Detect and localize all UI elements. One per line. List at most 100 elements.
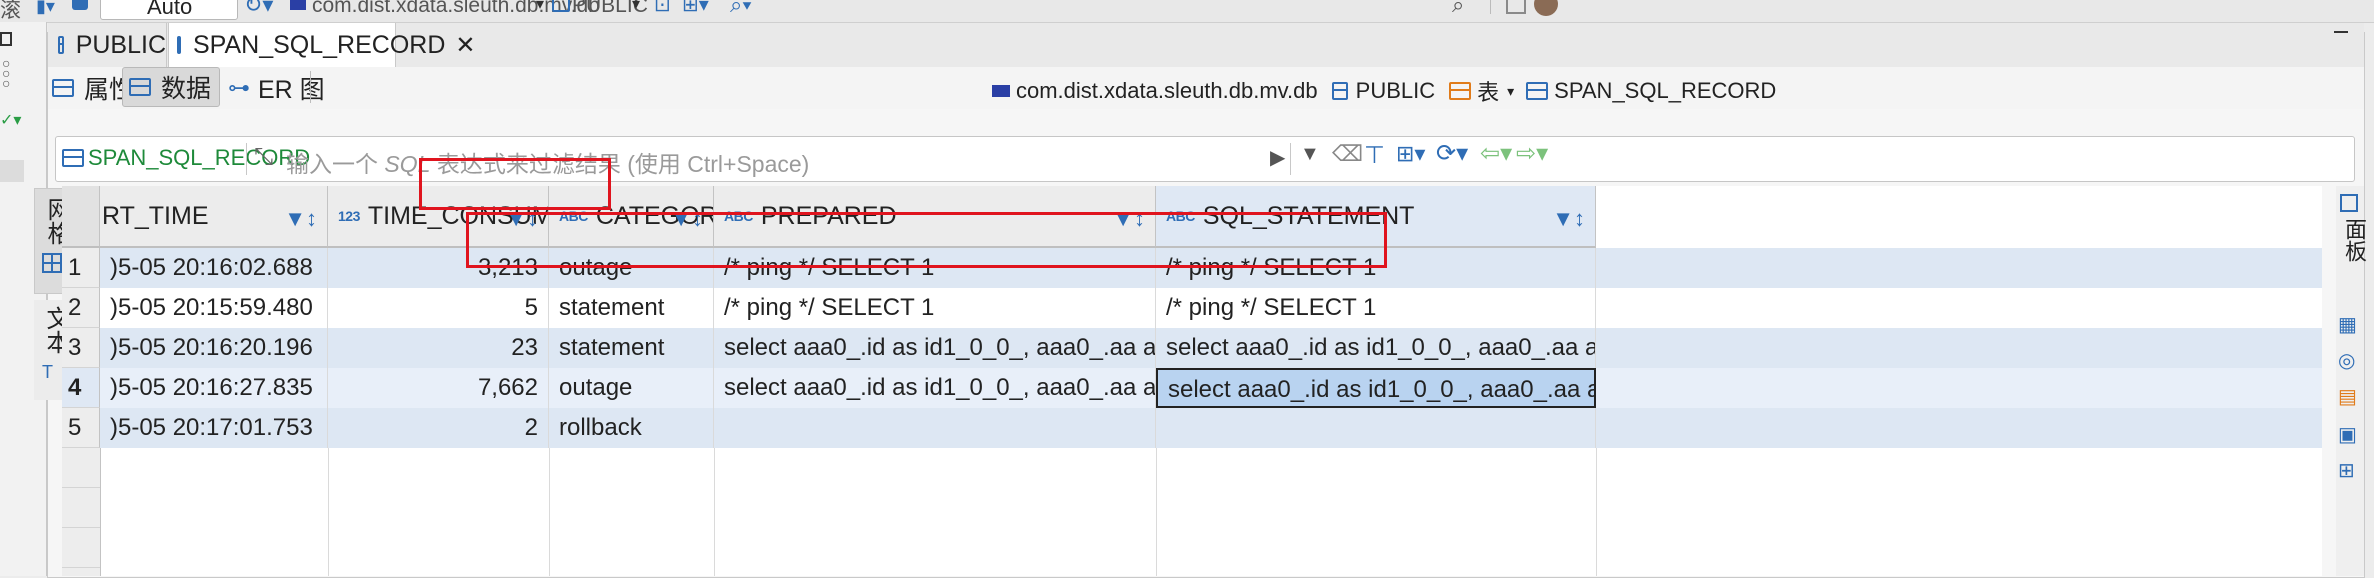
- empty-row-gutter: [62, 448, 101, 576]
- row-number[interactable]: 2: [62, 288, 100, 328]
- cell-sql-statement-selected[interactable]: select aaa0_.id as id1_0_0_, aaa0_.aa as…: [1156, 368, 1596, 408]
- breadcrumb-schema[interactable]: PUBLIC: [1356, 78, 1435, 104]
- search-icon[interactable]: ⌕: [1452, 0, 1464, 18]
- tab-public[interactable]: PUBLIC: [48, 23, 167, 67]
- apply-filter-icon[interactable]: ▶: [1270, 145, 1285, 170]
- row-number[interactable]: 4: [62, 368, 100, 408]
- editor-tab-bar: PUBLIC SPAN_SQL_RECORD ✕: [48, 23, 2364, 68]
- cell-category[interactable]: outage: [549, 368, 714, 408]
- chart-icon[interactable]: ⊡: [654, 0, 671, 17]
- cell-sql-statement[interactable]: [1156, 408, 1596, 448]
- transaction-mode-select[interactable]: Auto: [100, 0, 238, 20]
- cell-category[interactable]: statement: [549, 288, 714, 328]
- close-icon[interactable]: ✕: [455, 31, 475, 60]
- cell-rt-time[interactable]: )5-05 20:16:02.688: [100, 248, 328, 288]
- divider: [1290, 143, 1291, 175]
- panel-icon[interactable]: [2340, 194, 2358, 212]
- chevron-down-icon[interactable]: ▾: [536, 0, 544, 14]
- lock-icon[interactable]: [72, 0, 88, 10]
- main-toolbar: 滚 ▮▾ Auto ↻▾ com.dist.xdata.sleuth.db.mv…: [0, 0, 2374, 23]
- more-options-icon[interactable]: ○ ○ ○: [2, 56, 10, 90]
- column-settings-icon[interactable]: ⊞▾: [1396, 141, 1425, 167]
- filter-table-name: SPAN_SQL_RECORD: [88, 145, 311, 170]
- expand-icon[interactable]: ⤡: [254, 143, 273, 171]
- column-header-rt-time[interactable]: RT_TIME ▼↕: [100, 186, 328, 248]
- cell-rt-time[interactable]: )5-05 20:16:27.835: [100, 368, 328, 408]
- cell-prepared[interactable]: select aaa0_.id as id1_0_0_, aaa0_.aa as…: [714, 328, 1156, 368]
- back-icon[interactable]: ⇦▾: [1480, 139, 1512, 168]
- column-type-tag: 123: [338, 208, 360, 224]
- tab-properties[interactable]: 属性: [52, 69, 134, 107]
- perspective-icon[interactable]: [1506, 0, 1526, 14]
- column-divider: [1156, 448, 1157, 576]
- history-icon[interactable]: ↻▾: [244, 0, 273, 18]
- transaction-mode-value: Auto: [147, 0, 193, 19]
- table-row[interactable]: 5 )5-05 20:17:01.753 2 rollback: [62, 408, 2322, 448]
- cell-prepared[interactable]: /* ping */ SELECT 1: [714, 288, 1156, 328]
- cell-time-consumed[interactable]: 2: [328, 408, 549, 448]
- forward-icon[interactable]: ⇨▾: [1516, 139, 1548, 168]
- chevron-down-icon[interactable]: ▾: [632, 0, 640, 14]
- table-icon: [177, 36, 181, 54]
- filter-history-icon[interactable]: ▼: [1300, 143, 1320, 166]
- cell-rt-time[interactable]: )5-05 20:16:20.196: [100, 328, 328, 368]
- row-number[interactable]: 5: [62, 408, 100, 448]
- chevron-down-icon[interactable]: ▾: [1507, 83, 1514, 100]
- editor-subtab-bar: 属性 数据 ⊶ ER 图 com.dist.xdata.sleuth.db.mv…: [48, 67, 2364, 109]
- restore-icon[interactable]: [0, 32, 12, 46]
- er-diagram-icon: ⊶: [228, 75, 250, 100]
- refresh-icon[interactable]: ⟳▾: [1436, 139, 1468, 168]
- table-type-icon: [1449, 82, 1472, 100]
- column-divider: [1596, 448, 1597, 576]
- right-side-toolbar: 面板 ▦ ◎ ▤ ▣ ⊞: [2336, 186, 2367, 576]
- explain-plan-icon[interactable]: ⊞▾: [682, 0, 709, 17]
- calendar-icon[interactable]: ▦: [2338, 312, 2357, 337]
- filter-sort-icon[interactable]: ▼↕: [284, 206, 317, 232]
- cell-category[interactable]: rollback: [549, 408, 714, 448]
- clear-filter-icon[interactable]: ⌫: [1332, 141, 1363, 167]
- cell-rt-time[interactable]: )5-05 20:17:01.753: [100, 408, 328, 448]
- annotation-box: [466, 212, 1387, 268]
- cell-prepared[interactable]: select aaa0_.id as id1_0_0_, aaa0_.aa as…: [714, 368, 1156, 408]
- row-number[interactable]: 3: [62, 328, 100, 368]
- row-number-header: [62, 186, 100, 248]
- cell-time-consumed[interactable]: 7,662: [328, 368, 549, 408]
- tab-span-sql-record[interactable]: SPAN_SQL_RECORD ✕: [168, 23, 476, 67]
- filter-settings-icon[interactable]: ⊤: [1364, 141, 1385, 170]
- table-row-selected[interactable]: 4 )5-05 20:16:27.835 7,662 outage select…: [62, 368, 2322, 408]
- data-grid-icon: [129, 78, 151, 96]
- breadcrumb-table[interactable]: SPAN_SQL_RECORD: [1554, 78, 1776, 104]
- left-side-panel: ○ ○ ○ ✓▾: [0, 22, 47, 576]
- grid-icon[interactable]: ⊞: [2338, 458, 2355, 483]
- cell-rt-time[interactable]: )5-05 20:15:59.480: [100, 288, 328, 328]
- cell-sql-statement[interactable]: select aaa0_.id as id1_0_0_, aaa0_.aa as…: [1156, 328, 1596, 368]
- schema-icon: [552, 0, 570, 12]
- bar-chart-icon[interactable]: ▤: [2338, 384, 2357, 409]
- row-number[interactable]: 1: [62, 248, 100, 288]
- commit-mode-icon[interactable]: ▮▾: [36, 0, 55, 17]
- table-row[interactable]: 3 )5-05 20:16:20.196 23 statement select…: [62, 328, 2322, 368]
- minimize-icon[interactable]: [2334, 31, 2348, 33]
- column-header-label: RT_TIME: [102, 201, 209, 230]
- filter-sort-icon[interactable]: ▼↕: [1552, 206, 1585, 232]
- annotation-box: [419, 158, 611, 210]
- layout-icon[interactable]: ▣: [2338, 422, 2357, 447]
- cell-prepared[interactable]: [714, 408, 1156, 448]
- tab-er-diagram[interactable]: ⊶ ER 图: [228, 69, 325, 107]
- cell-category[interactable]: statement: [549, 328, 714, 368]
- check-dropdown-icon[interactable]: ✓▾: [0, 110, 21, 130]
- cell-time-consumed[interactable]: 23: [328, 328, 549, 368]
- cell-time-consumed[interactable]: 5: [328, 288, 549, 328]
- vertical-tab-label[interactable]: 面板: [2338, 218, 2370, 262]
- breadcrumb-kind[interactable]: 表: [1477, 75, 1499, 107]
- selected-nav-item[interactable]: [0, 160, 24, 182]
- search-icon[interactable]: ⌕▾: [730, 0, 752, 18]
- table-row[interactable]: 2 )5-05 20:15:59.480 5 statement /* ping…: [62, 288, 2322, 328]
- breadcrumb-connection[interactable]: com.dist.xdata.sleuth.db.mv.db: [1016, 78, 1318, 104]
- tab-data[interactable]: 数据: [122, 67, 220, 107]
- cell-sql-statement[interactable]: /* ping */ SELECT 1: [1156, 288, 1596, 328]
- avatar[interactable]: [1534, 0, 1558, 16]
- tab-label: 数据: [161, 75, 212, 103]
- gauge-icon[interactable]: ◎: [2338, 348, 2355, 373]
- database-icon: [290, 0, 306, 10]
